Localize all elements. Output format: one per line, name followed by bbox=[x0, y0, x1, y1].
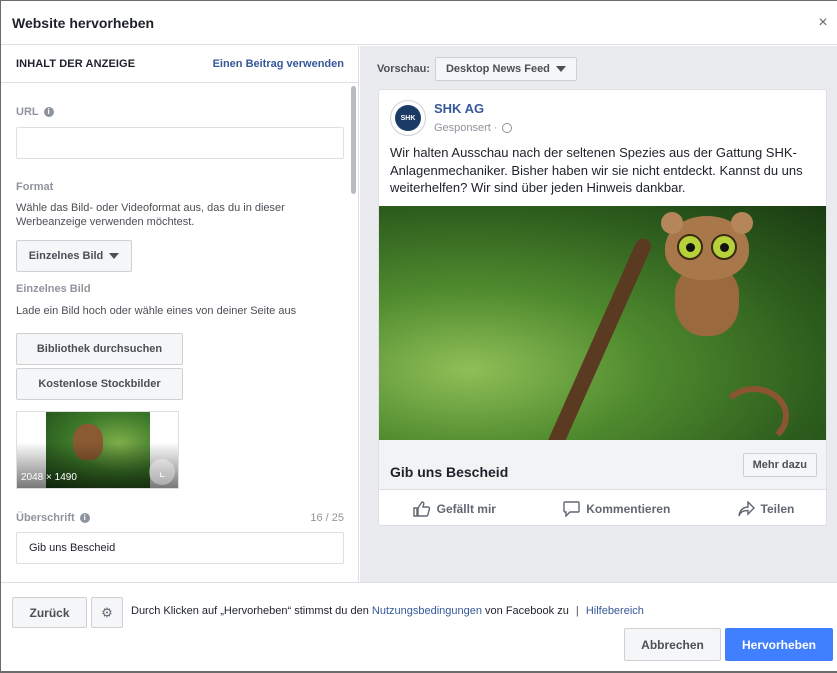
terms-notice: Durch Klicken auf „Hervorheben“ stimmst … bbox=[131, 605, 644, 617]
browse-library-button[interactable]: Bibliothek durchsuchen bbox=[16, 333, 183, 365]
ad-content-header: INHALT DER ANZEIGE Einen Beitrag verwend… bbox=[1, 46, 358, 83]
tarsier-shape bbox=[661, 212, 753, 336]
link-footer[interactable]: Gib uns Bescheid Mehr dazu bbox=[379, 440, 826, 490]
help-center-link[interactable]: Hilfebereich bbox=[586, 605, 644, 617]
avatar-logo: SHK bbox=[395, 105, 421, 131]
tarsier-pupil bbox=[720, 243, 729, 252]
image-dimensions: 2048 × 1490 bbox=[21, 472, 77, 483]
preview-selector-row: Vorschau: Desktop News Feed bbox=[377, 57, 577, 81]
format-label: Format bbox=[16, 181, 54, 193]
url-input[interactable] bbox=[16, 127, 344, 159]
placement-value: Desktop News Feed bbox=[445, 63, 550, 75]
comment-label: Kommentieren bbox=[586, 501, 671, 516]
ad-preview-card: SHK SHK AG Gesponsert · Wir halten Aussc… bbox=[378, 89, 827, 526]
headline-label-text: Überschrift bbox=[16, 512, 75, 524]
format-description: Wähle das Bild- oder Videoformat aus, da… bbox=[16, 202, 285, 228]
share-action[interactable]: Teilen bbox=[737, 500, 795, 517]
tarsier-eye bbox=[711, 234, 737, 260]
share-icon bbox=[737, 500, 755, 516]
settings-button[interactable]: ⚙ bbox=[91, 597, 123, 628]
boost-website-dialog: Website hervorheben × INHALT DER ANZEIGE… bbox=[1, 1, 837, 671]
tarsier-ear bbox=[661, 212, 683, 234]
left-panel-scrollbar[interactable] bbox=[351, 86, 356, 194]
crop-icon[interactable]: ⌞ bbox=[149, 459, 175, 485]
post-text: Wir halten Ausschau nach der seltenen Sp… bbox=[390, 145, 803, 195]
preview-panel: Vorschau: Desktop News Feed SHK SHK AG G… bbox=[360, 46, 837, 582]
terms-separator: | bbox=[575, 605, 579, 617]
selected-image-thumbnail[interactable]: 2048 × 1490 ⌞ bbox=[16, 411, 179, 489]
sponsored-line: Gesponsert · bbox=[434, 122, 512, 134]
like-action[interactable]: Gefällt mir bbox=[412, 500, 496, 517]
globe-icon bbox=[501, 123, 512, 133]
tarsier-pupil bbox=[686, 243, 695, 252]
gear-icon: ⚙ bbox=[101, 604, 113, 620]
tarsier-tail bbox=[719, 386, 789, 440]
caret-down-icon bbox=[109, 253, 120, 259]
free-stock-images-button[interactable]: Kostenlose Stockbilder bbox=[16, 368, 183, 400]
terms-link[interactable]: Nutzungsbedingungen bbox=[372, 605, 482, 617]
close-icon[interactable]: × bbox=[815, 15, 831, 31]
headline-label: Überschrift i bbox=[16, 512, 90, 524]
comment-icon bbox=[563, 500, 580, 517]
use-post-link[interactable]: Einen Beitrag verwenden bbox=[213, 58, 344, 70]
caret-down-icon bbox=[555, 66, 566, 72]
post-actions: Gefällt mir Kommentieren Teilen bbox=[379, 490, 826, 525]
branch-shape bbox=[545, 236, 654, 440]
single-image-description: Lade ein Bild hoch oder wähle eines von … bbox=[16, 305, 297, 317]
back-button[interactable]: Zurück bbox=[12, 597, 87, 628]
terms-prefix: Durch Klicken auf „Hervorheben“ stimmst … bbox=[131, 605, 369, 617]
comment-action[interactable]: Kommentieren bbox=[563, 500, 671, 517]
share-label: Teilen bbox=[760, 501, 795, 516]
cancel-button[interactable]: Abbrechen bbox=[624, 628, 721, 661]
info-icon[interactable]: i bbox=[79, 513, 90, 523]
url-label: URL i bbox=[16, 106, 54, 118]
single-image-label: Einzelnes Bild bbox=[16, 283, 91, 295]
learn-more-button[interactable]: Mehr dazu bbox=[742, 453, 817, 477]
terms-suffix: von Facebook zu bbox=[485, 605, 569, 617]
preview-label: Vorschau: bbox=[377, 63, 430, 75]
thumbs-up-icon bbox=[412, 500, 430, 517]
page-name-link[interactable]: SHK AG bbox=[434, 101, 484, 116]
headline-input[interactable] bbox=[16, 532, 344, 564]
ad-headline: Gib uns Bescheid bbox=[390, 464, 509, 480]
placement-select[interactable]: Desktop News Feed bbox=[434, 57, 577, 81]
like-label: Gefällt mir bbox=[436, 501, 496, 516]
headline-char-counter: 16 / 25 bbox=[310, 512, 344, 524]
format-select[interactable]: Einzelnes Bild bbox=[16, 240, 132, 272]
page-avatar[interactable]: SHK bbox=[390, 100, 426, 136]
tarsier-eye bbox=[677, 234, 703, 260]
info-icon[interactable]: i bbox=[43, 107, 54, 117]
format-select-value: Einzelnes Bild bbox=[28, 250, 104, 262]
dialog-title-bar: Website hervorheben × bbox=[1, 1, 837, 45]
ad-image[interactable] bbox=[379, 206, 826, 440]
ad-content-heading: INHALT DER ANZEIGE bbox=[16, 58, 136, 70]
dialog-title: Website hervorheben bbox=[12, 14, 155, 31]
boost-button[interactable]: Hervorheben bbox=[725, 628, 833, 661]
ad-content-panel: INHALT DER ANZEIGE Einen Beitrag verwend… bbox=[1, 46, 359, 582]
url-label-text: URL bbox=[16, 106, 39, 118]
sponsored-text: Gesponsert · bbox=[434, 122, 498, 134]
tarsier-ear bbox=[731, 212, 753, 234]
dialog-footer: Zurück ⚙ Durch Klicken auf „Hervorheben“… bbox=[1, 582, 837, 671]
tarsier-head bbox=[661, 212, 753, 280]
